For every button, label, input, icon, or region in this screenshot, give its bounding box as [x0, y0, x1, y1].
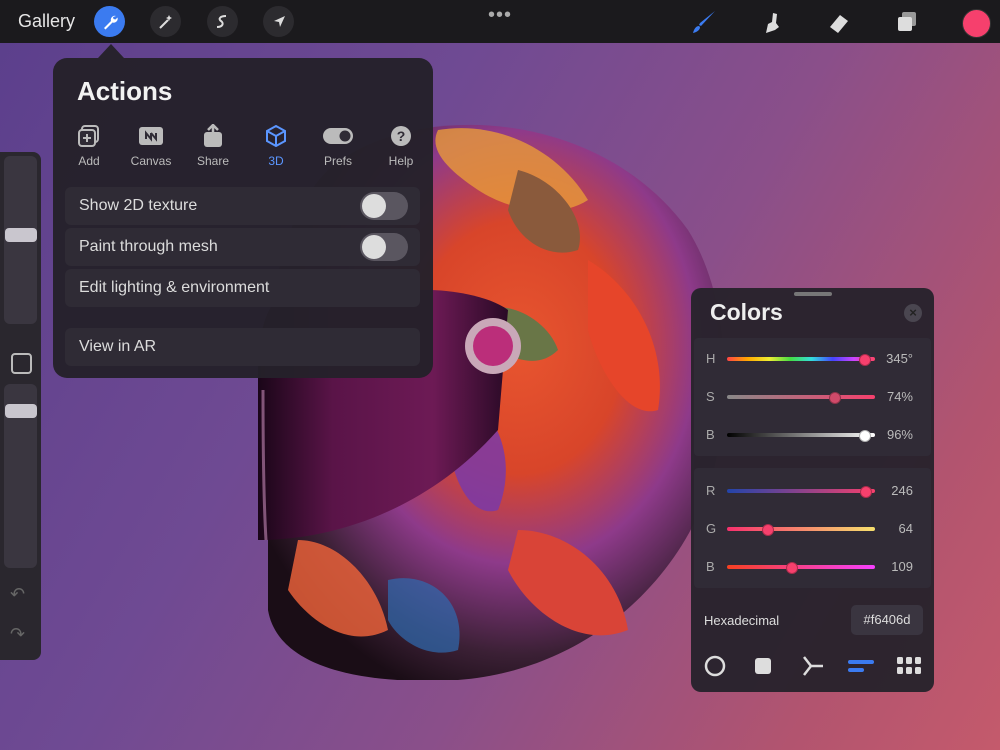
saturation-slider[interactable]: [727, 392, 875, 404]
green-slider[interactable]: [727, 524, 875, 536]
edit-lighting-label: Edit lighting & environment: [79, 279, 270, 296]
tab-share[interactable]: Share: [183, 124, 243, 168]
red-value: 246: [891, 483, 913, 498]
tab-3d-label: 3D: [268, 154, 284, 168]
modify-button[interactable]: [11, 353, 32, 374]
brush-icon[interactable]: [690, 8, 718, 36]
view-in-ar-label: View in AR: [79, 338, 157, 355]
hexadecimal-row: Hexadecimal #f6406d: [694, 600, 931, 642]
green-knob[interactable]: [762, 524, 774, 536]
layers-icon[interactable]: [893, 8, 921, 36]
brightness-value: 96%: [886, 427, 913, 442]
saturation-value: 74%: [886, 389, 913, 404]
sidebar-sliders: ↶ ↷: [0, 152, 41, 660]
blue-value: 109: [891, 559, 913, 574]
transform-arrow-icon[interactable]: [263, 6, 294, 37]
tab-add-label: Add: [78, 154, 100, 168]
red-label: R: [706, 483, 716, 498]
tab-canvas-label: Canvas: [130, 154, 172, 168]
blue-label: B: [706, 559, 715, 574]
saturation-knob[interactable]: [829, 392, 841, 404]
paint-through-mesh-label: Paint through mesh: [79, 238, 218, 255]
edit-lighting-row[interactable]: Edit lighting & environment: [65, 269, 420, 307]
cube-icon: [246, 124, 306, 148]
color-mode-tabs: [691, 646, 934, 686]
wrench-icon[interactable]: [94, 6, 125, 37]
actions-title: Actions: [77, 76, 173, 106]
opacity-knob[interactable]: [5, 404, 37, 418]
share-icon: [183, 124, 243, 148]
tab-help[interactable]: ? Help: [371, 124, 431, 168]
saturation-label: S: [706, 389, 715, 404]
more-icon[interactable]: •••: [488, 4, 512, 27]
colors-panel: Colors × H 345° S 74% B 96% R 246 G 64 B…: [691, 288, 934, 692]
brush-size-knob[interactable]: [5, 228, 37, 242]
tab-canvas[interactable]: Canvas: [121, 124, 181, 168]
show-2d-texture-row[interactable]: Show 2D texture: [65, 187, 420, 225]
harmony-mode-icon[interactable]: [799, 652, 827, 680]
toggle-icon: [308, 124, 368, 148]
hexadecimal-label: Hexadecimal: [704, 613, 780, 628]
show-2d-texture-label: Show 2D texture: [79, 197, 198, 214]
view-in-ar-row[interactable]: View in AR: [65, 328, 420, 366]
color-swatch-button[interactable]: [962, 9, 991, 38]
selection-icon[interactable]: [207, 6, 238, 37]
classic-mode-icon[interactable]: [749, 652, 777, 680]
brightness-slider[interactable]: [727, 430, 875, 442]
brightness-knob[interactable]: [859, 430, 871, 442]
actions-popover-caret: [98, 44, 124, 58]
gallery-button[interactable]: Gallery: [18, 11, 75, 32]
tab-prefs[interactable]: Prefs: [308, 124, 368, 168]
eraser-icon[interactable]: [825, 8, 853, 36]
add-image-icon: [59, 124, 119, 148]
tab-prefs-label: Prefs: [323, 154, 352, 168]
colors-title: Colors: [710, 299, 783, 325]
value-mode-icon[interactable]: [847, 652, 875, 680]
blue-slider[interactable]: [727, 562, 875, 574]
rgb-sliders: R 246 G 64 B 109: [694, 468, 931, 588]
hue-slider[interactable]: [727, 354, 875, 366]
brightness-label: B: [706, 427, 715, 442]
paint-through-mesh-toggle[interactable]: [360, 233, 408, 261]
hexadecimal-input[interactable]: #f6406d: [851, 605, 923, 635]
canvas-icon: [121, 124, 181, 148]
tab-add[interactable]: Add: [59, 124, 119, 168]
undo-icon[interactable]: ↶: [10, 584, 25, 605]
hue-value: 345°: [886, 351, 913, 366]
magic-wand-icon[interactable]: [150, 6, 181, 37]
tab-3d[interactable]: 3D: [246, 124, 306, 168]
panel-grabber[interactable]: [794, 292, 832, 296]
actions-panel: Actions Add Canvas Share 3D Prefs ? Help…: [53, 58, 433, 378]
svg-text:?: ?: [397, 128, 406, 144]
green-value: 64: [898, 521, 913, 536]
redo-icon[interactable]: ↷: [10, 624, 25, 645]
palettes-mode-icon[interactable]: [895, 652, 923, 680]
hsb-sliders: H 345° S 74% B 96%: [694, 338, 931, 456]
tab-help-label: Help: [388, 154, 414, 168]
red-slider[interactable]: [727, 486, 875, 498]
actions-tabs: Add Canvas Share 3D Prefs ? Help: [63, 124, 425, 170]
disc-mode-icon[interactable]: [701, 652, 729, 680]
blue-knob[interactable]: [786, 562, 798, 574]
close-icon[interactable]: ×: [904, 304, 922, 322]
help-icon: ?: [371, 124, 431, 148]
top-toolbar: Gallery •••: [0, 0, 1000, 43]
hue-knob[interactable]: [859, 354, 871, 366]
show-2d-texture-toggle[interactable]: [360, 192, 408, 220]
green-label: G: [706, 521, 717, 536]
red-knob[interactable]: [860, 486, 872, 498]
paint-through-mesh-row[interactable]: Paint through mesh: [65, 228, 420, 266]
hue-label: H: [706, 351, 716, 366]
tab-share-label: Share: [196, 154, 230, 168]
smudge-icon[interactable]: [757, 8, 785, 36]
